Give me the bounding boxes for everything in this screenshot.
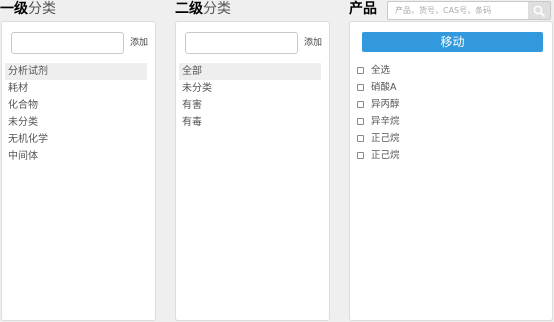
level1-panel: 添加 分析试剂 耗材 化合物 未分类 无机化学 中间体 (1, 21, 156, 321)
product-search: 产品，货号，CAS号，条码 (387, 1, 551, 20)
product-search-input[interactable]: 产品，货号，CAS号，条码 (388, 2, 528, 19)
level2-title-rest: 分类 (203, 1, 231, 17)
product-panel: 移动 全选 硝酸A 异丙醇 异辛烷 正己烷 正己烷 (349, 21, 553, 321)
checkbox[interactable] (357, 101, 364, 108)
level1-item[interactable]: 未分类 (5, 114, 147, 131)
level1-item[interactable]: 中间体 (5, 148, 147, 165)
level1-item[interactable]: 化合物 (5, 97, 147, 114)
checkbox[interactable] (357, 84, 364, 91)
level1-item[interactable]: 分析试剂 (5, 63, 147, 80)
level1-add-input[interactable] (11, 32, 124, 54)
checkbox[interactable] (357, 118, 364, 125)
level1-item[interactable]: 无机化学 (5, 131, 147, 148)
search-button[interactable] (528, 2, 550, 19)
level1-add-button[interactable]: 添加 (130, 37, 156, 49)
product-item[interactable]: 硝酸A (357, 79, 546, 96)
product-list: 全选 硝酸A 异丙醇 异辛烷 正己烷 正己烷 (357, 62, 546, 164)
level2-item[interactable]: 有害 (179, 97, 321, 114)
checkbox[interactable] (357, 67, 364, 74)
search-icon (533, 5, 545, 17)
level2-list: 全部 未分类 有害 有毒 (179, 63, 321, 131)
level1-title: 一级分类 (0, 1, 56, 17)
product-item[interactable]: 正己烷 (357, 130, 546, 147)
level2-add-button[interactable]: 添加 (304, 37, 330, 49)
product-title-text: 产品 (349, 1, 377, 17)
level2-item[interactable]: 有毒 (179, 114, 321, 131)
product-item-label: 异辛烷 (371, 116, 400, 127)
level2-panel: 添加 全部 未分类 有害 有毒 (175, 21, 330, 321)
product-title: 产品 (349, 1, 377, 17)
product-item[interactable]: 异辛烷 (357, 113, 546, 130)
product-item[interactable]: 正己烷 (357, 147, 546, 164)
product-item[interactable]: 异丙醇 (357, 96, 546, 113)
level2-item[interactable]: 未分类 (179, 80, 321, 97)
level2-add-input[interactable] (185, 32, 298, 54)
product-item-label: 异丙醇 (371, 99, 400, 110)
product-item-label: 正己烷 (371, 150, 400, 161)
level1-item[interactable]: 耗材 (5, 80, 147, 97)
move-button[interactable]: 移动 (362, 32, 543, 52)
level1-title-rest: 分类 (28, 1, 56, 17)
select-all-item[interactable]: 全选 (357, 62, 546, 79)
product-item-label: 正己烷 (371, 133, 400, 144)
level2-title: 二级分类 (175, 1, 231, 17)
checkbox[interactable] (357, 152, 364, 159)
checkbox[interactable] (357, 135, 364, 142)
product-item-label: 硝酸A (371, 82, 397, 93)
level2-title-bold: 二级 (175, 1, 203, 17)
level1-list: 分析试剂 耗材 化合物 未分类 无机化学 中间体 (5, 63, 147, 165)
level1-title-bold: 一级 (0, 1, 28, 17)
product-item-label: 全选 (371, 65, 391, 76)
level2-item[interactable]: 全部 (179, 63, 321, 80)
